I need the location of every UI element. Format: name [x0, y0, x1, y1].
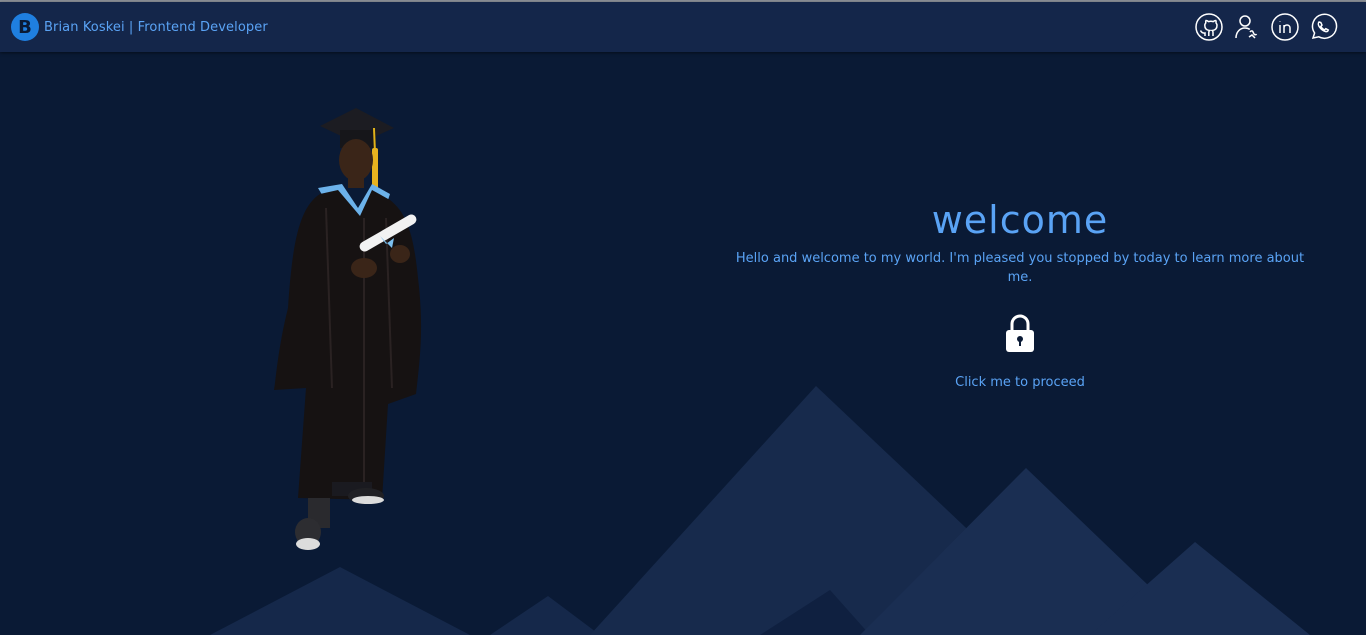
- brand-title: Brian Koskei | Frontend Developer: [44, 19, 268, 35]
- welcome-message: Hello and welcome to my world. I'm pleas…: [735, 251, 1305, 285]
- contact-icon[interactable]: [1232, 12, 1262, 42]
- brand-link[interactable]: B Brian Koskei | Frontend Developer: [11, 13, 268, 41]
- linkedin-icon[interactable]: [1270, 12, 1300, 42]
- lock-icon[interactable]: [1004, 313, 1036, 353]
- social-links: [1186, 12, 1338, 42]
- whatsapp-icon[interactable]: [1308, 12, 1338, 42]
- proceed-link[interactable]: Click me to proceed: [720, 375, 1320, 390]
- top-navbar: B Brian Koskei | Frontend Developer: [0, 2, 1366, 52]
- graduate-photo: [274, 108, 422, 550]
- brand-logo: B: [11, 13, 39, 41]
- github-icon[interactable]: [1194, 12, 1224, 42]
- welcome-section: welcome Hello and welcome to my world. I…: [720, 195, 1320, 390]
- welcome-title: welcome: [931, 198, 1109, 242]
